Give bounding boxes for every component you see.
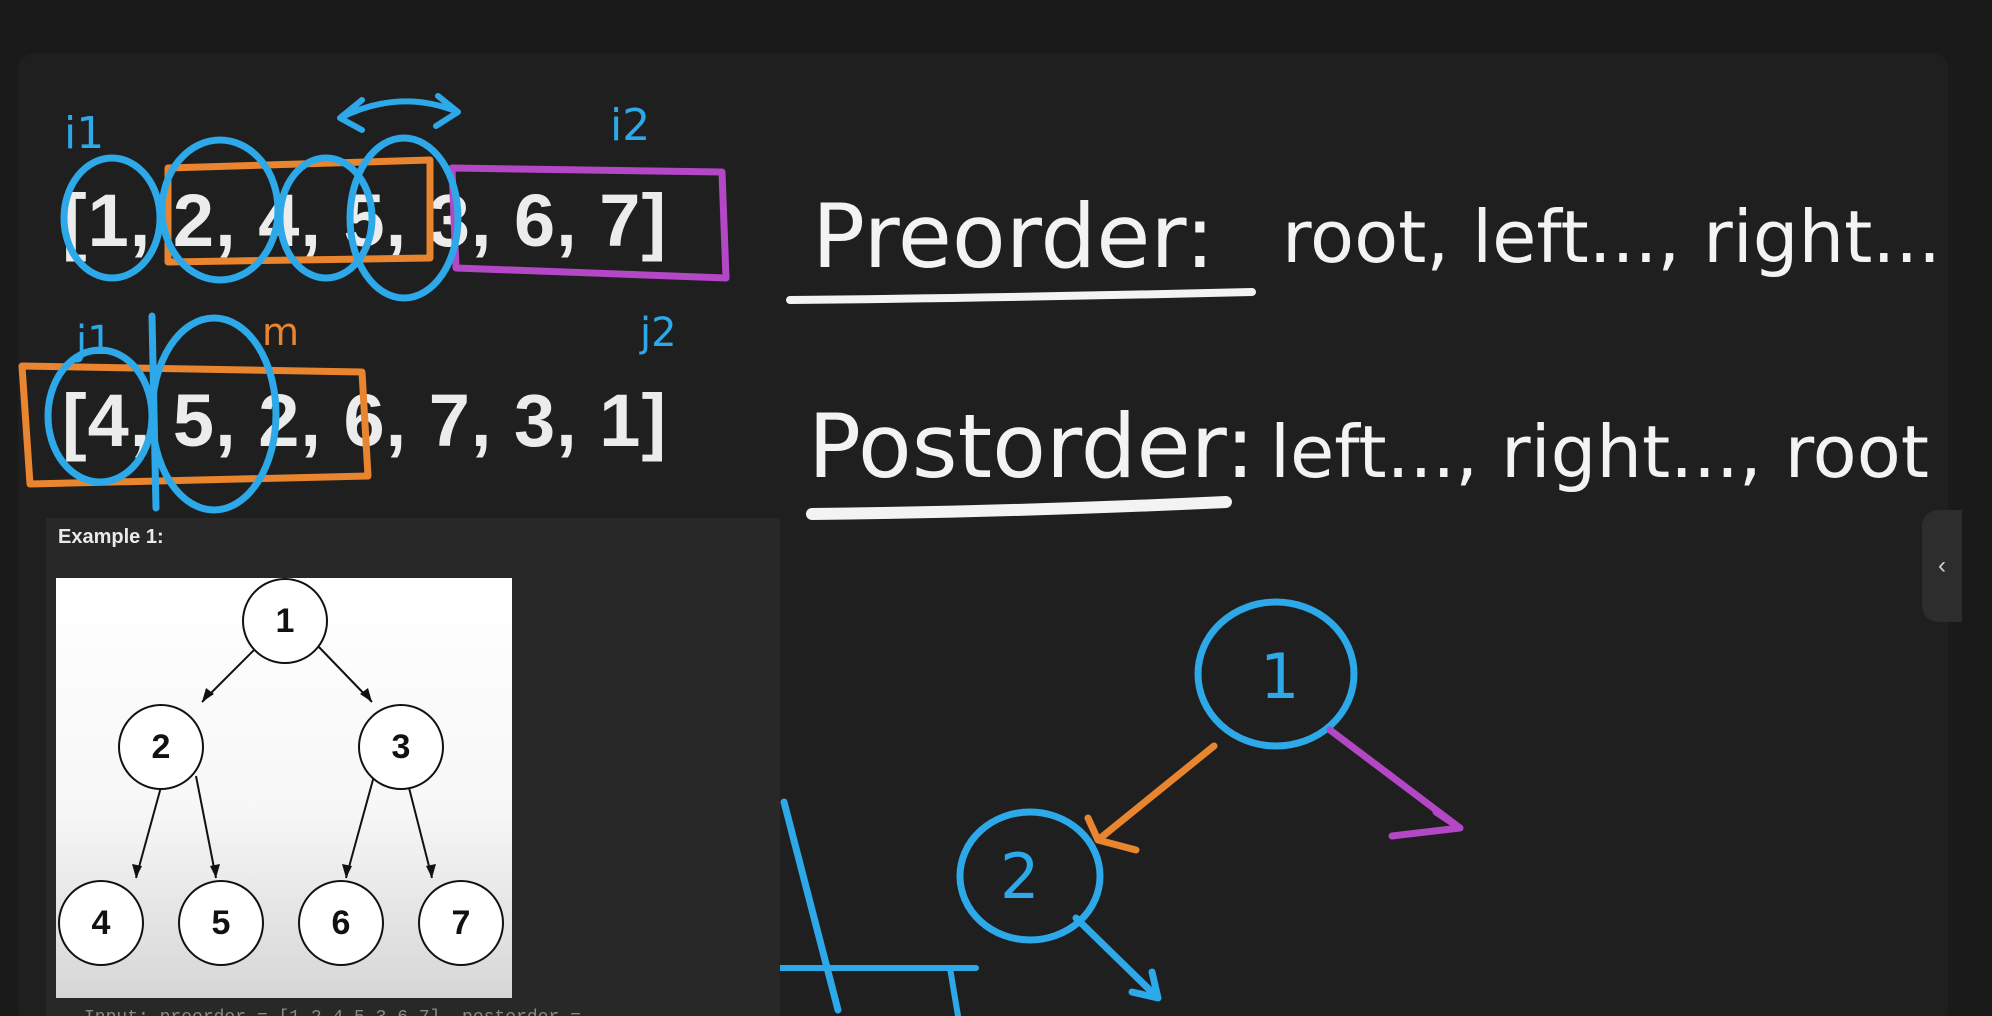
drawn-node-root: 1: [1260, 640, 1300, 713]
drawn-node-left: 2: [1000, 840, 1040, 913]
preorder-array: [1, 2, 4, 5, 3, 6, 7]: [62, 179, 668, 262]
example-input-line: Input: preorder = [1,2,4,5,3,6,7], posto…: [84, 1008, 624, 1016]
example-panel: Example 1: 1 2 3 4 5 6 7: [46, 518, 780, 1016]
label-i1: i1: [64, 108, 105, 159]
postorder-rule: left..., right..., root: [1270, 410, 1930, 494]
side-panel-toggle[interactable]: ‹: [1922, 510, 1962, 622]
example-tree-image: 1 2 3 4 5 6 7: [56, 578, 512, 998]
example-node-6: 6: [298, 880, 384, 966]
example-node-4: 4: [58, 880, 144, 966]
example-node-7: 7: [418, 880, 504, 966]
postorder-array: [4, 5, 2, 6, 7, 3, 1]: [62, 379, 668, 462]
example-node-2: 2: [118, 704, 204, 790]
chevron-left-icon: ‹: [1938, 552, 1946, 579]
example-node-1: 1: [242, 578, 328, 664]
example-title: Example 1:: [58, 526, 164, 548]
label-m: m: [262, 310, 300, 354]
label-j1: j1: [76, 318, 113, 364]
example-node-5: 5: [178, 880, 264, 966]
example-node-3: 3: [358, 704, 444, 790]
preorder-rule: root, left..., right...: [1282, 195, 1942, 279]
preorder-heading: Preorder:: [812, 185, 1215, 288]
label-j2: j2: [640, 310, 677, 356]
postorder-heading: Postorder:: [808, 395, 1255, 498]
label-i2: i2: [610, 100, 651, 151]
